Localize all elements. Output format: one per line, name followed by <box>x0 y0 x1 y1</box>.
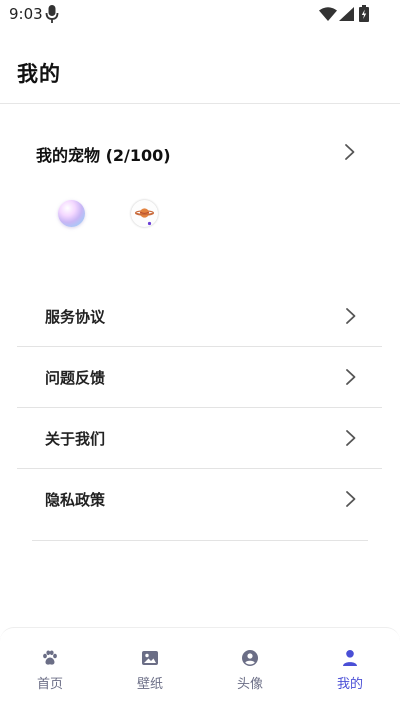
header-divider <box>0 103 400 104</box>
paw-icon <box>41 649 59 671</box>
menu-item-service-agreement[interactable]: 服务协议 <box>17 286 382 346</box>
pet-bubble-icon[interactable] <box>58 200 85 227</box>
chevron-right-icon <box>345 490 357 512</box>
mic-icon <box>45 4 59 28</box>
menu-item-privacy-policy[interactable]: 隐私政策 <box>17 469 382 529</box>
chevron-right-icon <box>345 368 357 390</box>
menu-item-label: 关于我们 <box>45 430 106 448</box>
nav-tab-home[interactable]: 首页 <box>0 628 100 711</box>
menu-divider <box>32 540 368 541</box>
chevron-right-icon <box>345 429 357 451</box>
chevron-right-icon <box>345 307 357 329</box>
chevron-right-icon <box>344 143 356 165</box>
person-icon <box>341 649 359 671</box>
menu-item-label: 服务协议 <box>45 308 106 326</box>
menu-item-label: 隐私政策 <box>45 491 106 509</box>
my-pets-row[interactable]: 我的宠物 (2/100) <box>0 132 400 174</box>
page-title: 我的 <box>17 62 61 86</box>
nav-label: 我的 <box>336 677 363 692</box>
user-circle-icon <box>241 649 259 671</box>
nav-label: 头像 <box>236 677 263 692</box>
menu-item-feedback[interactable]: 问题反馈 <box>17 347 382 407</box>
status-bar: 9:03 <box>0 0 400 30</box>
nav-label: 首页 <box>36 677 63 692</box>
my-pets-title: 我的宠物 (2/100) <box>36 146 171 165</box>
pet-planet-icon[interactable] <box>131 200 158 227</box>
nav-label: 壁纸 <box>136 677 163 692</box>
menu-item-about-us[interactable]: 关于我们 <box>17 408 382 468</box>
nav-tab-wallpaper[interactable]: 壁纸 <box>100 628 200 711</box>
bottom-nav: 首页 壁纸 头像 我的 <box>0 627 400 711</box>
menu-item-label: 问题反馈 <box>45 369 106 387</box>
wifi-icon <box>319 6 337 25</box>
signal-icon <box>339 6 354 25</box>
nav-tab-avatar[interactable]: 头像 <box>200 628 300 711</box>
image-icon <box>141 649 159 671</box>
status-time: 9:03 <box>9 5 43 23</box>
battery-icon <box>359 5 369 26</box>
nav-tab-mine[interactable]: 我的 <box>300 628 400 711</box>
screen: 9:03 我的 我的宠物 (2/100) 服务协议 问题反馈 关于我们 隐私政策… <box>0 0 400 711</box>
